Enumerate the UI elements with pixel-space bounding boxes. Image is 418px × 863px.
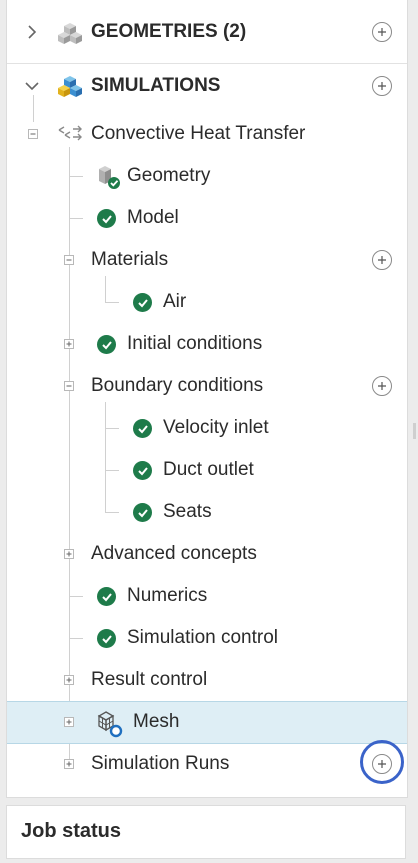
expand-toggle[interactable] (64, 759, 74, 769)
tree-item-simulation-control[interactable]: Simulation control (7, 617, 407, 659)
tree-item-duct-outlet[interactable]: Duct outlet (7, 449, 407, 491)
tree-item-initial-conditions[interactable]: Initial conditions (7, 323, 407, 365)
tree-item-air[interactable]: Air (7, 281, 407, 323)
expand-toggle[interactable] (64, 549, 74, 559)
simulations-icon (57, 73, 83, 104)
expand-toggle[interactable] (64, 339, 74, 349)
check-circle-icon (97, 335, 116, 354)
check-circle-icon (133, 461, 152, 480)
tree-item-label: Initial conditions (127, 333, 263, 354)
check-circle-icon (97, 629, 116, 648)
tree-item-label: Numerics (127, 585, 208, 606)
tree-item-root[interactable]: Convective Heat Transfer (7, 113, 407, 155)
tree-item-label: Simulation Runs (91, 753, 230, 774)
tree-item-label: Air (163, 291, 187, 312)
add-geometry-button[interactable] (372, 22, 392, 42)
chevron-down-icon[interactable] (23, 77, 41, 95)
expand-toggle[interactable] (64, 717, 74, 727)
tree-item-mesh[interactable]: Mesh (7, 701, 407, 743)
section-label-geometries: GEOMETRIES (2) (91, 21, 247, 42)
geometries-icon (57, 20, 83, 51)
check-circle-icon (133, 503, 152, 522)
project-tree-panel: GEOMETRIES (2) SIMULATIONS Convective He… (6, 0, 408, 798)
tree-item-materials[interactable]: Materials (7, 239, 407, 281)
tree-item-boundary-conditions[interactable]: Boundary conditions (7, 365, 407, 407)
tree-item-label: Geometry (127, 165, 211, 186)
tree-item-label: Materials (91, 249, 169, 270)
tree-item-geometry[interactable]: Geometry (7, 155, 407, 197)
add-boundary-condition-button[interactable] (372, 376, 392, 396)
collapse-toggle[interactable] (64, 255, 74, 265)
add-material-button[interactable] (372, 250, 392, 270)
tree-item-label: Mesh (133, 711, 180, 732)
check-circle-icon (133, 419, 152, 438)
geometry-icon (95, 164, 121, 195)
tree-item-label: Model (127, 207, 179, 228)
scrollbar-handle[interactable] (413, 423, 416, 439)
tree-item-seats[interactable]: Seats (7, 491, 407, 533)
job-status-title: Job status (21, 820, 122, 842)
add-simulation-button[interactable] (372, 76, 392, 96)
check-circle-icon (97, 587, 116, 606)
convective-heat-transfer-icon (57, 124, 83, 149)
tree-item-label: Seats (163, 501, 212, 522)
collapse-toggle[interactable] (64, 381, 74, 391)
check-circle-icon (133, 293, 152, 312)
check-circle-icon (97, 209, 116, 228)
tree-item-label: Velocity inlet (163, 417, 269, 438)
section-simulations[interactable]: SIMULATIONS (7, 65, 407, 107)
tree-item-advanced-concepts[interactable]: Advanced concepts (7, 533, 407, 575)
tree-item-label: Advanced concepts (91, 543, 257, 564)
tree-item-numerics[interactable]: Numerics (7, 575, 407, 617)
tree-item-velocity-inlet[interactable]: Velocity inlet (7, 407, 407, 449)
highlight-ring (360, 740, 404, 784)
job-status-panel[interactable]: Job status (6, 805, 406, 859)
collapse-toggle[interactable] (28, 129, 38, 139)
mesh-icon (95, 710, 123, 743)
section-geometries[interactable]: GEOMETRIES (2) (7, 11, 407, 53)
expand-toggle[interactable] (64, 675, 74, 685)
tree-item-result-control[interactable]: Result control (7, 659, 407, 701)
tree-item-label: Boundary conditions (91, 375, 264, 396)
section-label-simulations: SIMULATIONS (91, 75, 221, 96)
tree-item-label: Result control (91, 669, 208, 690)
tree-item-simulation-runs[interactable]: Simulation Runs (7, 743, 407, 785)
tree-item-model[interactable]: Model (7, 197, 407, 239)
section-divider (7, 63, 407, 64)
chevron-right-icon[interactable] (23, 23, 41, 41)
tree-item-label: Simulation control (127, 627, 279, 648)
tree-item-label: Duct outlet (163, 459, 254, 480)
tree-item-label: Convective Heat Transfer (91, 123, 306, 144)
